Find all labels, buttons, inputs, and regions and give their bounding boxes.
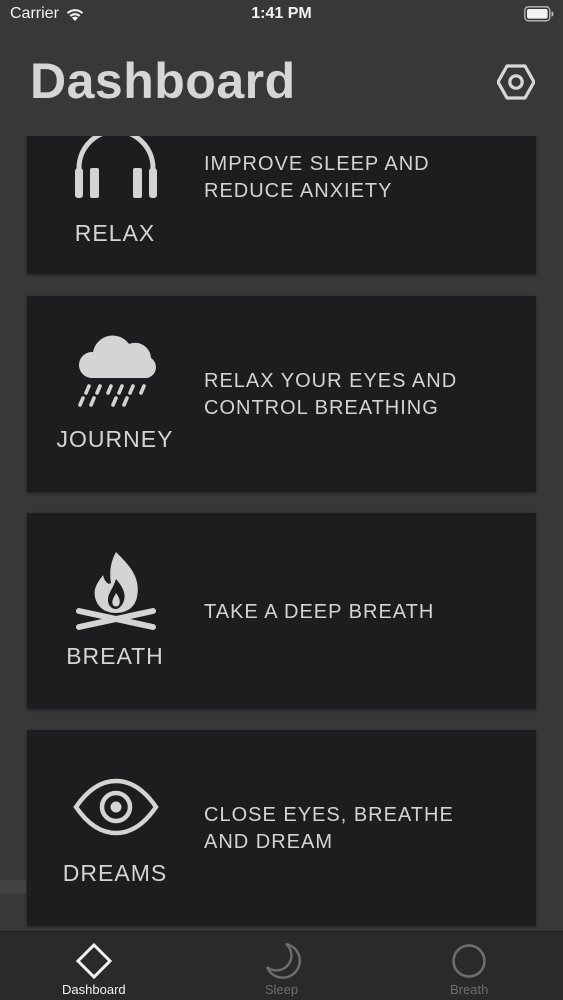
tab-breath[interactable]: Breath: [375, 932, 563, 1000]
settings-button[interactable]: [497, 63, 535, 101]
card-label: JOURNEY: [56, 426, 174, 452]
circle-icon: [452, 944, 486, 978]
card-description-line: AND DREAM: [204, 831, 334, 853]
page-title: Dashboard: [30, 53, 296, 109]
headphones-icon: [75, 136, 157, 198]
card-icon-area: JOURNEY: [27, 296, 203, 492]
card-label: DREAMS: [62, 860, 168, 886]
tab-bar: Dashboard Sleep Breath: [0, 931, 563, 1000]
card-label: RELAX: [74, 220, 156, 246]
status-time: 1:41 PM: [251, 5, 312, 22]
screen: Carrier 1:41 PM Dashboard RELAX IMPROVE …: [0, 0, 563, 1000]
tab-label: Dashboard: [62, 982, 126, 997]
card-icon-area: BREATH: [27, 513, 203, 709]
card-description-line: TAKE A DEEP BREATH: [204, 601, 435, 623]
card-breath[interactable]: BREATH TAKE A DEEP BREATH: [27, 513, 536, 709]
tab-label: Breath: [450, 982, 489, 997]
tab-dashboard[interactable]: Dashboard: [0, 932, 188, 1000]
moon-icon: [265, 942, 301, 979]
rain-cloud-icon: [78, 335, 156, 407]
card-icon-area: DREAMS: [27, 730, 203, 926]
campfire-icon: [76, 552, 156, 630]
eye-icon: [73, 778, 159, 836]
card-description: TAKE A DEEP BREATH: [204, 599, 504, 626]
card-label: BREATH: [66, 643, 164, 669]
card-description-line: RELAX YOUR EYES AND: [204, 370, 458, 392]
status-bar: Carrier 1:41 PM: [0, 0, 563, 30]
card-description: IMPROVE SLEEP AND REDUCE ANXIETY: [204, 151, 504, 205]
card-description-line: CONTROL BREATHING: [204, 397, 439, 419]
card-description-line: REDUCE ANXIETY: [204, 180, 393, 202]
card-description: CLOSE EYES, BREATHE AND DREAM: [204, 802, 504, 856]
diamond-icon: [75, 942, 112, 980]
card-relax[interactable]: RELAX IMPROVE SLEEP AND REDUCE ANXIETY: [27, 136, 536, 274]
card-journey[interactable]: JOURNEY RELAX YOUR EYES AND CONTROL BREA…: [27, 296, 536, 492]
scroll-edge-indicator: [0, 880, 26, 894]
gear-hexagon-icon: [497, 64, 535, 100]
card-list: RELAX IMPROVE SLEEP AND REDUCE ANXIETY J…: [0, 136, 563, 932]
card-icon-area: RELAX: [27, 136, 203, 274]
card-description-line: IMPROVE SLEEP AND: [204, 153, 430, 175]
card-dreams[interactable]: DREAMS CLOSE EYES, BREATHE AND DREAM: [27, 730, 536, 926]
tab-sleep[interactable]: Sleep: [188, 932, 376, 1000]
card-description: RELAX YOUR EYES AND CONTROL BREATHING: [204, 368, 504, 422]
card-description-line: CLOSE EYES, BREATHE: [204, 804, 454, 826]
tab-label: Sleep: [264, 982, 299, 997]
battery-icon: [524, 6, 554, 22]
